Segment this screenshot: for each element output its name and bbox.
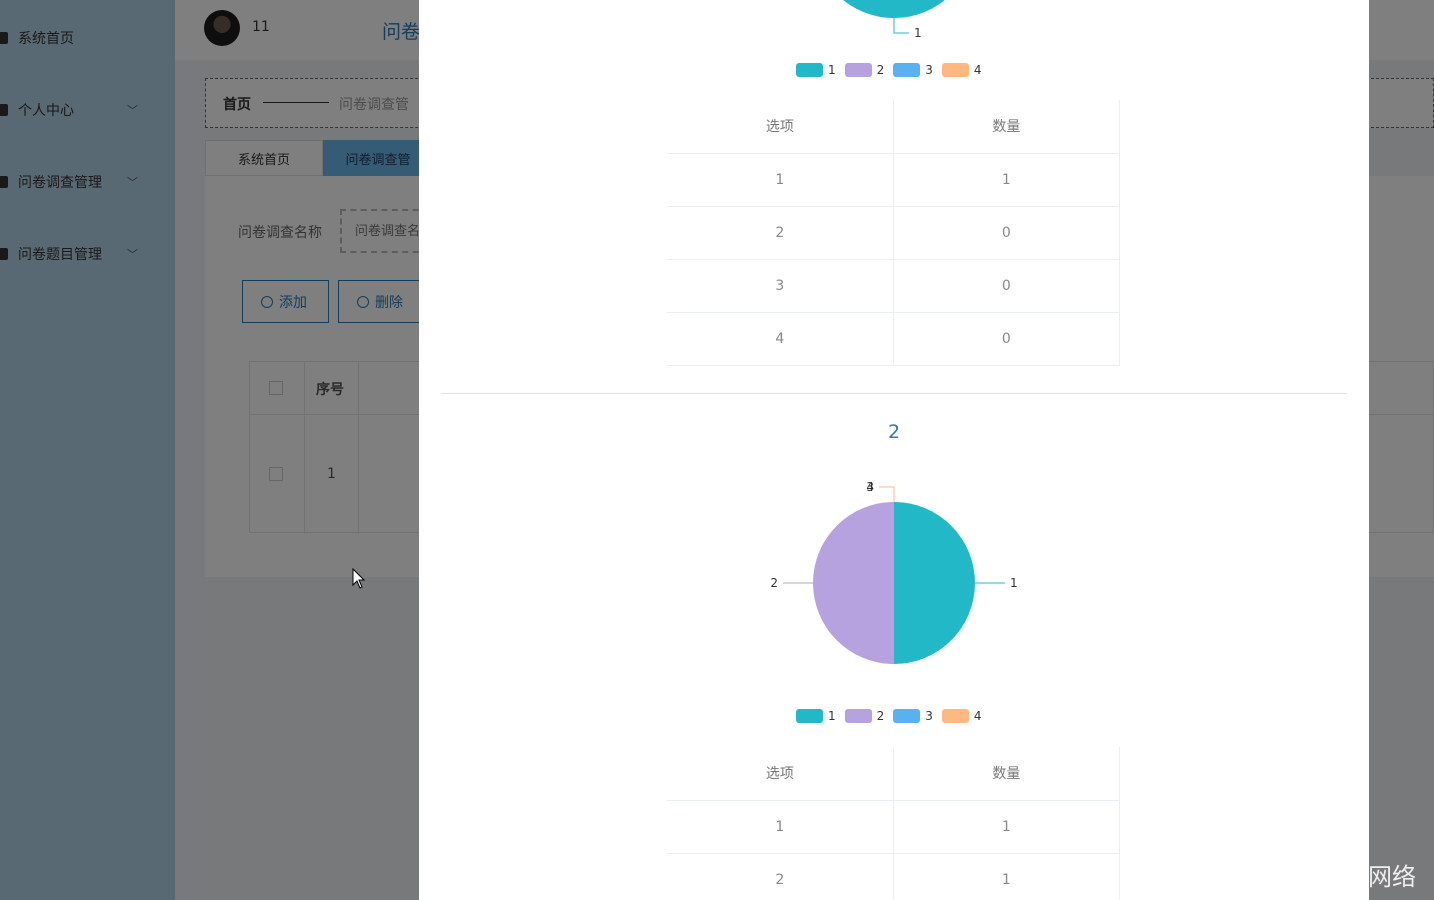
legend-item[interactable]: 2 xyxy=(844,709,885,723)
legend-label: 2 xyxy=(876,709,885,723)
legend-label: 2 xyxy=(876,63,885,77)
count-cell: 1 xyxy=(893,800,1120,854)
slice-label: 2 xyxy=(770,576,778,590)
label-line xyxy=(879,486,895,502)
option-cell: 1 xyxy=(667,153,894,207)
option-cell: 2 xyxy=(667,853,894,900)
table-header-row: 选项 数量 xyxy=(667,100,1120,154)
pie-slice-1[interactable] xyxy=(813,0,975,18)
column-header-count: 数量 xyxy=(893,747,1120,801)
legend-item[interactable]: 3 xyxy=(893,709,933,723)
table-row: 40 xyxy=(667,312,1120,366)
slice-label: 4 xyxy=(866,480,874,494)
column-header-option: 选项 xyxy=(667,100,894,154)
legend-item[interactable]: 3 xyxy=(893,63,933,77)
option-cell: 3 xyxy=(667,259,894,313)
mouse-cursor-icon xyxy=(352,568,366,589)
legend-item[interactable]: 4 xyxy=(941,63,982,77)
legend-swatch xyxy=(893,63,921,77)
legend-label: 1 xyxy=(828,709,836,723)
legend-swatch xyxy=(941,709,969,723)
table-header-row: 选项 数量 xyxy=(667,747,1120,801)
table-row: 20 xyxy=(667,206,1120,260)
legend-swatch xyxy=(844,709,872,723)
legend-label: 3 xyxy=(925,709,933,723)
count-cell: 0 xyxy=(893,312,1120,366)
option-cell: 2 xyxy=(667,206,894,260)
section-divider xyxy=(441,393,1347,394)
question-title: 2 xyxy=(887,421,901,443)
legend-label: 4 xyxy=(973,709,982,723)
slice-label: 1 xyxy=(1010,576,1018,590)
option-cell: 1 xyxy=(667,800,894,854)
table-row: 11 xyxy=(667,153,1120,207)
label-line xyxy=(893,18,909,34)
count-cell: 1 xyxy=(893,153,1120,207)
option-cell: 4 xyxy=(667,312,894,366)
legend-item[interactable]: 1 xyxy=(796,63,836,77)
count-cell: 0 xyxy=(893,259,1120,313)
pie-chart-1: 1234 xyxy=(813,0,975,40)
column-header-count: 数量 xyxy=(893,100,1120,154)
legend-label: 4 xyxy=(973,63,982,77)
legend-swatch xyxy=(796,709,823,723)
legend-swatch xyxy=(796,63,823,77)
legend-item[interactable]: 2 xyxy=(844,63,885,77)
stat-table-2: 选项 数量 11 21 xyxy=(667,747,1120,900)
stat-table-1: 选项 数量 11 20 30 40 xyxy=(667,100,1120,366)
chart-legend-1: 1 2 3 4 xyxy=(796,62,991,78)
legend-swatch xyxy=(844,63,872,77)
legend-item[interactable]: 1 xyxy=(796,709,836,723)
count-cell: 1 xyxy=(893,853,1120,900)
legend-label: 3 xyxy=(925,63,933,77)
legend-swatch xyxy=(941,63,969,77)
table-row: 21 xyxy=(667,853,1120,900)
pie-slice-1[interactable] xyxy=(894,502,975,664)
column-header-option: 选项 xyxy=(667,747,894,801)
watermark: CSDN @磐石网络 xyxy=(1220,863,1417,891)
label-line xyxy=(879,486,895,502)
legend-label: 1 xyxy=(828,63,836,77)
slice-label: 1 xyxy=(914,26,922,40)
table-row: 11 xyxy=(667,800,1120,854)
chart-legend-2: 1 2 3 4 xyxy=(796,708,991,724)
table-row: 30 xyxy=(667,259,1120,313)
pie-chart-2: 1234 xyxy=(770,480,1018,664)
statistics-dialog: 1234 1234 1 2 3 4 选项 数量 11 20 30 40 2 1 … xyxy=(419,0,1369,900)
legend-item[interactable]: 4 xyxy=(941,709,982,723)
count-cell: 0 xyxy=(893,206,1120,260)
legend-swatch xyxy=(893,709,921,723)
pie-slice-2[interactable] xyxy=(813,502,894,664)
